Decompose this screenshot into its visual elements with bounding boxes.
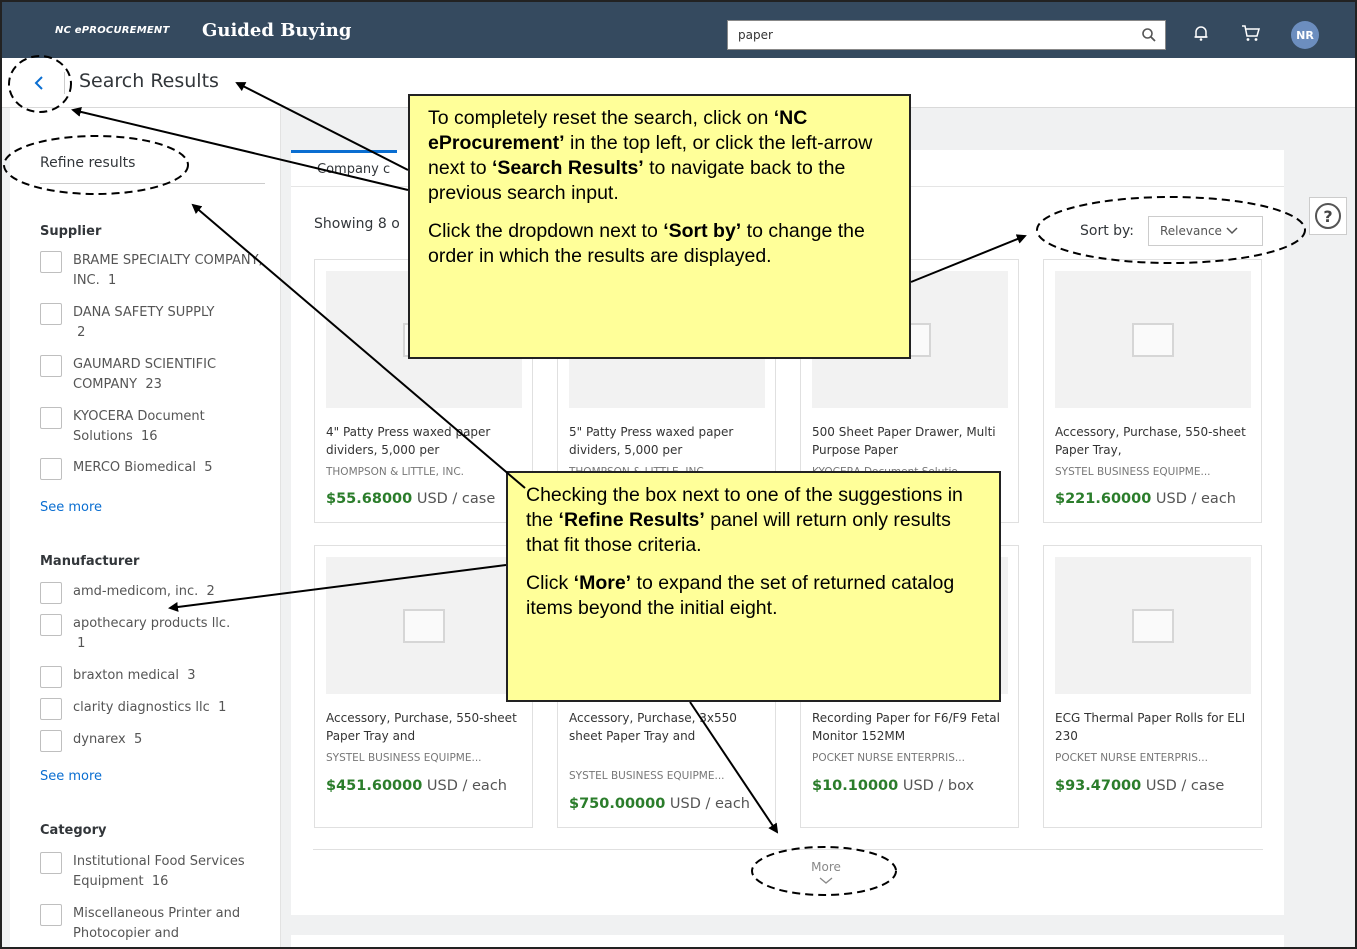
sort-value: Relevance [1160, 224, 1222, 238]
sort-dropdown[interactable]: Relevance [1148, 216, 1263, 246]
help-button[interactable]: ? [1309, 197, 1347, 235]
facet-item[interactable]: dynarex 5 [40, 730, 265, 752]
see-more-link[interactable]: See more [40, 500, 102, 515]
facet-item[interactable]: Miscellaneous Printer and Photocopier an… [40, 904, 265, 944]
bell-icon [1194, 26, 1208, 41]
see-more-link[interactable]: See more [40, 769, 102, 784]
checkbox[interactable] [40, 303, 62, 325]
product-supplier: THOMPSON & LITTLE, INC. [326, 466, 464, 478]
product-name[interactable]: Accessory, Purchase, 550-sheet Paper Tra… [1055, 423, 1255, 459]
notifications-button[interactable] [1190, 22, 1212, 44]
product-name[interactable]: 500 Sheet Paper Drawer, Multi Purpose Pa… [812, 423, 1012, 459]
product-card[interactable]: ECG Thermal Paper Rolls for ELI 230 POCK… [1043, 545, 1262, 828]
product-image [1055, 557, 1251, 694]
facet-title-supplier: Supplier [40, 224, 102, 239]
more-label: More [811, 860, 841, 874]
app-title: Guided Buying [202, 20, 352, 41]
callout-paragraph: Click the dropdown next to ‘Sort by’ to … [428, 220, 865, 267]
sort-label: Sort by: [1080, 223, 1135, 239]
facet-item[interactable]: KYOCERA Document Solutions 16 [40, 407, 265, 447]
checkbox[interactable] [40, 251, 62, 273]
checkbox[interactable] [40, 614, 62, 636]
product-card[interactable]: Accessory, Purchase, 550-sheet Paper Tra… [1043, 259, 1262, 523]
checkbox[interactable] [40, 582, 62, 604]
cart-button[interactable] [1240, 22, 1262, 44]
product-name[interactable]: Accessory, Purchase, 550-sheet Paper Tra… [326, 709, 526, 745]
page-title: Search Results [79, 70, 219, 92]
checkbox[interactable] [40, 904, 62, 926]
refine-panel: Refine results Supplier BRAME SPECIALTY … [10, 108, 281, 949]
image-placeholder-icon [1132, 322, 1174, 357]
refine-title: Refine results [40, 155, 136, 171]
chevron-left-icon [34, 76, 43, 90]
divider [313, 849, 1263, 850]
checkbox[interactable] [40, 730, 62, 752]
more-button[interactable]: More [799, 860, 853, 888]
brand-logo[interactable]: NC ePROCUREMENT [55, 25, 169, 36]
product-price: $750.00000 USD / each [569, 796, 750, 812]
checkbox[interactable] [40, 666, 62, 688]
results-panel-lower [291, 935, 1284, 949]
product-price: $221.60000 USD / each [1055, 491, 1236, 507]
chevron-down-icon [819, 877, 833, 884]
cart-icon [1242, 25, 1260, 41]
callout-paragraph: To completely reset the search, click on… [428, 107, 873, 204]
image-placeholder-icon [1132, 608, 1174, 643]
product-supplier: SYSTEL BUSINESS EQUIPME... [569, 770, 725, 782]
tab-company-catalog[interactable]: Company c [317, 162, 390, 177]
product-price: $55.68000 USD / case [326, 491, 496, 507]
facet-item[interactable]: DANA SAFETY SUPPLY 2 [40, 303, 265, 343]
product-name[interactable]: Accessory, Purchase, 3x550 sheet Paper T… [569, 709, 769, 745]
product-name[interactable]: ECG Thermal Paper Rolls for ELI 230 [1055, 709, 1255, 745]
checkbox[interactable] [40, 698, 62, 720]
facet-item[interactable]: clarity diagnostics llc 1 [40, 698, 265, 720]
product-name[interactable]: 5" Patty Press waxed paper dividers, 5,0… [569, 423, 769, 459]
facet-item[interactable]: Institutional Food Services Equipment 16 [40, 852, 265, 892]
user-avatar[interactable]: NR [1291, 21, 1319, 49]
facet-item[interactable]: MERCO Biomedical 5 [40, 458, 265, 480]
checkbox[interactable] [40, 458, 62, 480]
chevron-down-icon [1226, 227, 1238, 235]
facet-title-category: Category [40, 823, 107, 838]
product-price: $10.10000 USD / box [812, 778, 975, 794]
facet-item[interactable]: GAUMARD SCIENTIFIC COMPANY 23 [40, 355, 265, 395]
facet-item[interactable]: apothecary products llc. 1 [40, 614, 265, 654]
image-placeholder-icon [403, 608, 445, 643]
callout-paragraph: Checking the box next to one of the sugg… [526, 484, 963, 556]
product-price: $93.47000 USD / case [1055, 778, 1225, 794]
shell-bar: NC ePROCUREMENT Guided Buying NR [0, 0, 1357, 58]
tab-indicator [291, 150, 397, 153]
search-input[interactable] [728, 21, 1133, 49]
header-divider [64, 72, 65, 94]
callout-paragraph: Click ‘More’ to expand the set of return… [526, 572, 955, 619]
results-count: Showing 8 o [314, 216, 400, 232]
checkbox[interactable] [40, 852, 62, 874]
product-card[interactable]: Accessory, Purchase, 550-sheet Paper Tra… [314, 545, 533, 828]
product-supplier: POCKET NURSE ENTERPRIS... [812, 752, 965, 764]
search-icon [1142, 28, 1156, 42]
divider [40, 183, 265, 184]
product-supplier: SYSTEL BUSINESS EQUIPME... [326, 752, 482, 764]
product-price: $451.60000 USD / each [326, 778, 507, 794]
search-field [727, 20, 1166, 50]
question-icon: ? [1315, 203, 1341, 229]
product-name[interactable]: Recording Paper for F6/F9 Fetal Monitor … [812, 709, 1012, 745]
search-button[interactable] [1133, 21, 1165, 49]
checkbox[interactable] [40, 355, 62, 377]
facet-item[interactable]: amd-medicom, inc. 2 [40, 582, 265, 604]
callout-reset-sort: To completely reset the search, click on… [408, 94, 911, 359]
checkbox[interactable] [40, 407, 62, 429]
product-image [326, 557, 522, 694]
facet-item[interactable]: braxton medical 3 [40, 666, 265, 688]
product-name[interactable]: 4" Patty Press waxed paper dividers, 5,0… [326, 423, 526, 459]
product-image [1055, 271, 1251, 408]
back-button[interactable] [28, 72, 50, 94]
product-supplier: POCKET NURSE ENTERPRIS... [1055, 752, 1208, 764]
facet-title-manufacturer: Manufacturer [40, 554, 140, 569]
callout-refine-more: Checking the box next to one of the sugg… [506, 471, 1001, 702]
facet-item[interactable]: BRAME SPECIALTY COMPANY, INC. 1 [40, 251, 265, 291]
product-supplier: SYSTEL BUSINESS EQUIPME... [1055, 466, 1211, 478]
